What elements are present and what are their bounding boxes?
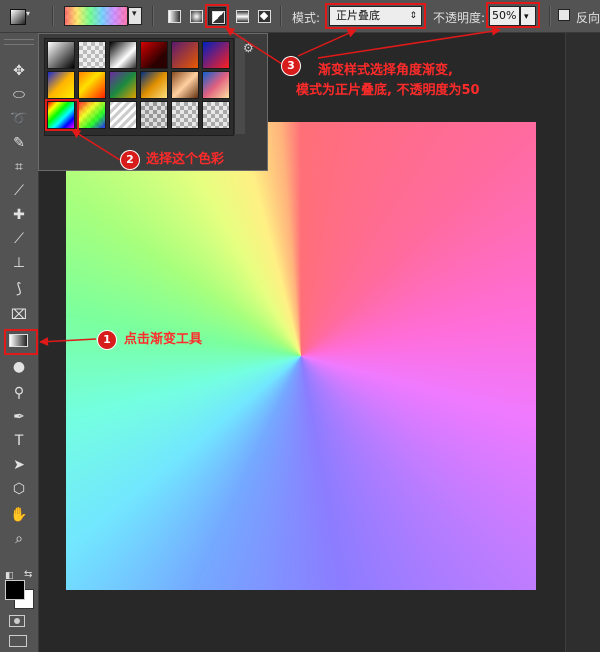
step-3-badge: 3: [282, 57, 300, 75]
step-3-note-line2: 模式为正片叠底, 不透明度为50: [296, 83, 480, 98]
step-1-note: 点击渐变工具: [124, 332, 203, 347]
arrow-step-2: [71, 129, 121, 161]
step-1-badge: 1: [98, 331, 116, 349]
step-2-badge: 2: [121, 151, 139, 169]
step-3-note-line1: 渐变样式选择角度渐变,: [318, 63, 453, 78]
step-2-note: 选择这个色彩: [146, 152, 225, 167]
arrow-step-3-style: [225, 27, 283, 65]
gradient-tool-highlight: [4, 329, 38, 355]
arrow-step-1: [39, 337, 97, 347]
arrow-step-3-mode: [297, 29, 357, 57]
